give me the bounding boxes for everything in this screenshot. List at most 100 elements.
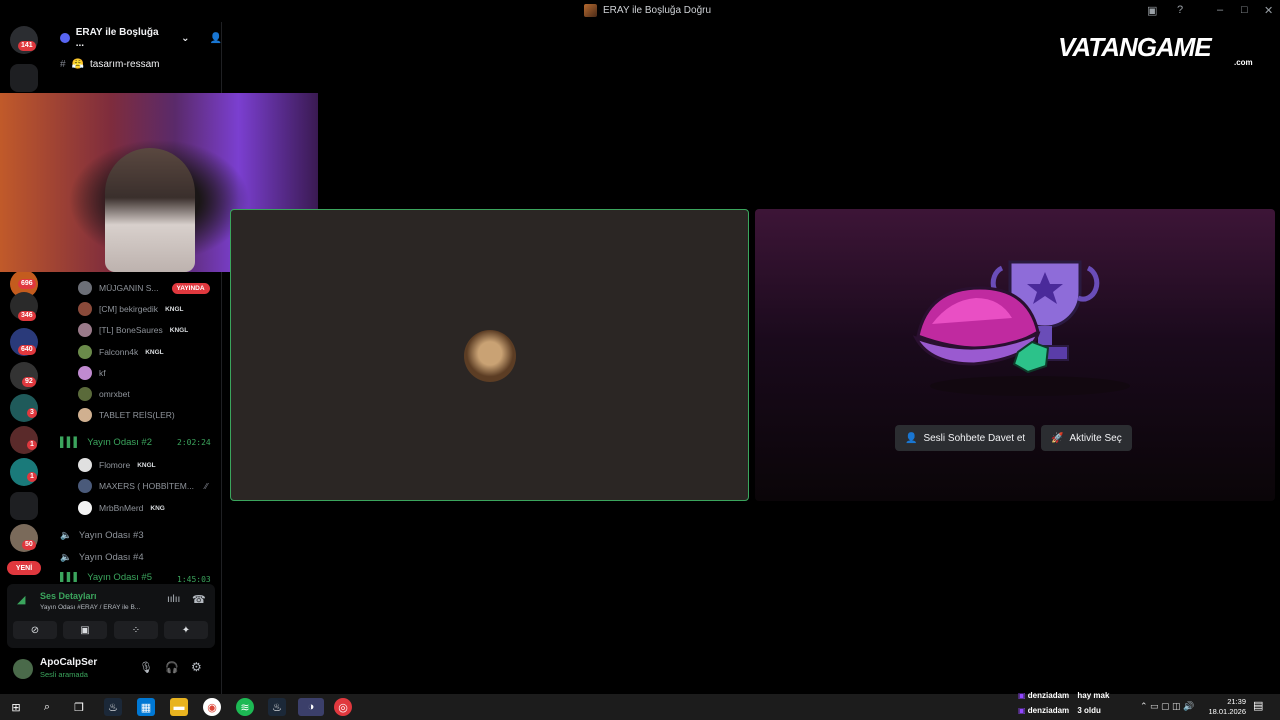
- system-tray-icons[interactable]: ⌃ ▭ ▢ ◫ 🔊: [1140, 701, 1194, 712]
- member-name: MrbBnMerd: [99, 503, 144, 513]
- voice-member[interactable]: Flomore KNGL: [78, 456, 156, 474]
- activities-icon: ⁘: [131, 624, 141, 636]
- voice-member[interactable]: [TL] BoneSaures KNGL: [78, 321, 188, 339]
- voice-member[interactable]: MAXERS ( HOBBİTEM... ⁄⁄: [78, 477, 208, 495]
- voice-channel-room-4[interactable]: 🔈 Yayın Odası #4: [60, 549, 144, 565]
- voice-details-link[interactable]: Ses Detayları: [40, 591, 97, 601]
- clan-tag: KNGL: [169, 326, 189, 334]
- avatar: [78, 458, 92, 472]
- avatar: [78, 345, 92, 359]
- live-badge: YAYINDA: [171, 282, 210, 294]
- screen-share-button[interactable]: ▣: [63, 621, 107, 639]
- voice-channel-name: Yayın Odası #5: [87, 572, 152, 582]
- headphones-icon[interactable]: 🎧: [165, 661, 179, 674]
- avatar: [78, 501, 92, 515]
- voice-member[interactable]: TABLET REİS(LER): [78, 406, 175, 424]
- voice-member[interactable]: [CM] bekirgedik KNGL: [78, 300, 183, 318]
- voice-channel-room-3[interactable]: 🔈 Yayın Odası #3: [60, 527, 144, 543]
- speaker-icon: 🔈: [60, 529, 72, 541]
- server-badge: 1: [27, 440, 37, 450]
- windows-taskbar: ⊞ ⌕ ❐ ♨ ▦ ▬ ◉ ≋ ♨ ◑ ◎ ▣ denziadam hay ma…: [0, 691, 1280, 720]
- clock[interactable]: 21:39 18.01.2026: [1200, 697, 1246, 717]
- notification-user: denziadam: [1027, 706, 1070, 715]
- add-member-icon[interactable]: 👤: [210, 33, 222, 44]
- gear-icon[interactable]: ⚙: [191, 660, 202, 674]
- server-badge: 1: [27, 472, 37, 482]
- notification-text: hay mak: [1077, 691, 1110, 700]
- voice-member[interactable]: Falconn4k KNGL: [78, 343, 164, 361]
- search-icon[interactable]: ⌕: [38, 698, 56, 716]
- disconnect-icon[interactable]: ☎: [192, 593, 206, 606]
- voice-participant-tile[interactable]: [230, 209, 749, 501]
- steam-icon[interactable]: ♨: [268, 698, 286, 716]
- microphone-icon[interactable]: 🎙: [139, 661, 153, 674]
- spotify-icon[interactable]: ≋: [236, 698, 254, 716]
- camera-off-button[interactable]: ⊘: [13, 621, 57, 639]
- current-text-channel[interactable]: # 😤 tasarım-ressam: [60, 59, 159, 70]
- voice-member[interactable]: kf: [78, 364, 106, 382]
- avatar: [78, 366, 92, 380]
- voice-member[interactable]: MÜJGANIN S... YAYINDA: [78, 279, 210, 297]
- trophy-illustration: [912, 260, 1130, 396]
- help-icon[interactable]: ?: [1177, 4, 1183, 16]
- steam-icon[interactable]: ♨: [104, 698, 122, 716]
- screen-share-icon: ▣: [80, 624, 90, 636]
- app-icon[interactable]: ◎: [334, 698, 352, 716]
- store-icon[interactable]: ▦: [137, 698, 155, 716]
- new-messages-pill[interactable]: YENİ: [7, 561, 41, 575]
- member-name: [TL] BoneSaures: [99, 325, 163, 335]
- notification-center-icon[interactable]: ▤: [1253, 699, 1263, 712]
- server-badge: 346: [18, 311, 36, 321]
- server-boost-icon: [60, 33, 70, 43]
- server-header[interactable]: ERAY ile Boşluğa ... ⌄ 👤: [48, 22, 222, 54]
- voice-member[interactable]: MrbBnMerd KNG: [78, 499, 165, 517]
- noise-suppression-icon[interactable]: ıılıı: [167, 594, 180, 605]
- hash-icon: #: [60, 59, 66, 70]
- user-status: Sesli aramada: [40, 670, 88, 679]
- soundboard-button[interactable]: ✦: [164, 621, 208, 639]
- notification-line: ▣ denziadam 3 oldu: [1018, 706, 1101, 715]
- close-button[interactable]: ✕: [1264, 4, 1273, 17]
- activities-button[interactable]: ⁘: [114, 621, 158, 639]
- voice-member[interactable]: omrxbet: [78, 385, 130, 403]
- activity-tile: 👤 Sesli Sohbete Davet et 🚀 Aktivite Seç: [755, 209, 1275, 501]
- participant-avatar: [464, 330, 516, 382]
- voice-connection-panel: ◢ Ses Detayları Yayın Odası #ERAY / ERAY…: [7, 584, 215, 648]
- twitch-icon: ▣: [1018, 706, 1026, 715]
- discord-icon[interactable]: ◑: [298, 698, 324, 716]
- choose-activity-button[interactable]: 🚀 Aktivite Seç: [1041, 425, 1132, 451]
- folder-icon[interactable]: [10, 492, 38, 520]
- avatar[interactable]: [13, 659, 33, 679]
- avatar: [78, 323, 92, 337]
- windows-start-icon[interactable]: ⊞: [7, 698, 25, 716]
- minimize-button[interactable]: –: [1217, 4, 1223, 16]
- file-explorer-icon[interactable]: ▬: [170, 698, 188, 716]
- voice-channel-room-5[interactable]: ▌▌▌ Yayın Odası #5: [60, 572, 152, 582]
- member-name: Falconn4k: [99, 347, 139, 357]
- window-title-text: ERAY ile Boşluğa Doğru: [603, 5, 712, 16]
- clan-tag: KNGL: [137, 461, 156, 469]
- screen-share-icon[interactable]: ▣: [1147, 4, 1157, 17]
- voice-channel-room-2[interactable]: ▌▌▌ Yayın Odası #2: [60, 434, 152, 450]
- rocket-icon: 🚀: [1051, 432, 1064, 444]
- avatar: [78, 479, 92, 493]
- voice-active-icon: ▌▌▌: [60, 572, 81, 582]
- channel-name: tasarım-ressam: [90, 59, 160, 70]
- notification-line: ▣ denziadam hay mak: [1018, 691, 1109, 700]
- chrome-icon[interactable]: ◉: [203, 698, 221, 716]
- task-view-icon[interactable]: ❐: [70, 698, 88, 716]
- home-badge: 141: [18, 41, 36, 51]
- twitch-icon: ▣: [1018, 691, 1026, 700]
- member-name: kf: [99, 368, 106, 378]
- server-badge: 50: [22, 540, 36, 550]
- vatangame-logo-domain: .com: [1234, 58, 1253, 67]
- window-title: ERAY ile Boşluğa Doğru: [584, 4, 711, 17]
- connection-signal-icon[interactable]: ◢: [17, 593, 25, 606]
- folder-icon[interactable]: [10, 64, 38, 92]
- clan-tag: KNGL: [145, 348, 164, 356]
- invite-to-voice-button[interactable]: 👤 Sesli Sohbete Davet et: [895, 425, 1036, 451]
- server-badge: 92: [22, 377, 36, 387]
- maximize-button[interactable]: □: [1241, 4, 1248, 16]
- username[interactable]: ApoCalpSer: [40, 657, 97, 668]
- voice-location: Yayın Odası #ERAY / ERAY ile B...: [40, 604, 141, 611]
